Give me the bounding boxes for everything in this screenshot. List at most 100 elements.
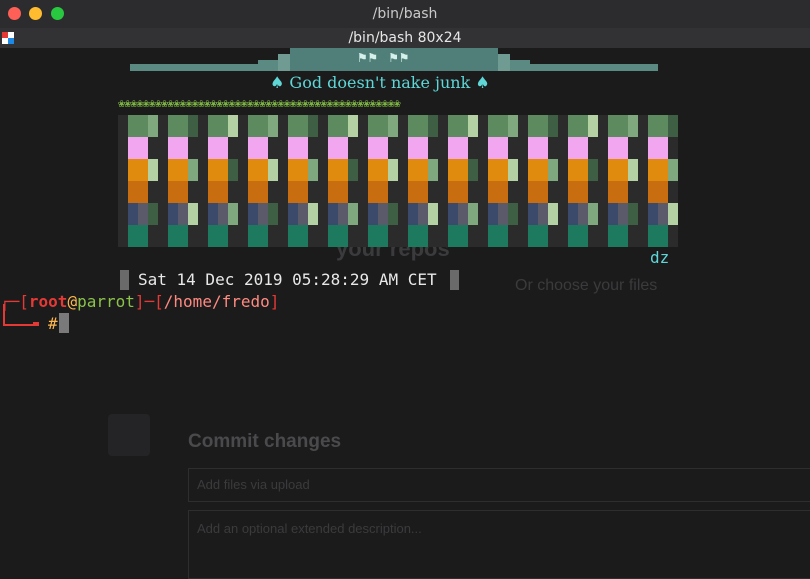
pattern-cell (168, 137, 178, 159)
pattern-cell (138, 203, 148, 225)
pattern-cell (418, 225, 428, 247)
pattern-cell (568, 181, 578, 203)
pattern-cell (318, 225, 328, 247)
pattern-cell (508, 203, 518, 225)
pattern-cell (158, 181, 168, 203)
pattern-cell (558, 181, 568, 203)
pattern-cell (148, 181, 158, 203)
pattern-cell (608, 115, 618, 137)
window-title: /bin/bash (372, 6, 438, 22)
pattern-cell (588, 137, 598, 159)
pattern-cell (418, 159, 428, 181)
pattern-cell (358, 137, 368, 159)
pattern-cell (578, 137, 588, 159)
pattern-cell (458, 203, 468, 225)
pattern-cell (358, 159, 368, 181)
pattern-cell (318, 181, 328, 203)
pattern-cell (428, 159, 438, 181)
pattern-cell (578, 115, 588, 137)
pattern-cell (308, 137, 318, 159)
pattern-cell (658, 115, 668, 137)
pattern-cell (118, 115, 128, 137)
pattern-cell (648, 181, 658, 203)
pattern-cell (128, 115, 138, 137)
pattern-cell (328, 225, 338, 247)
pattern-cell (478, 225, 488, 247)
pattern-cell (128, 137, 138, 159)
close-window-button[interactable] (8, 7, 21, 20)
pattern-cell (218, 137, 228, 159)
pattern-cell (368, 137, 378, 159)
pattern-cell (328, 181, 338, 203)
pattern-cell (468, 181, 478, 203)
pattern-cell (638, 225, 648, 247)
pattern-cell (338, 159, 348, 181)
pattern-cell (148, 115, 158, 137)
pattern-cell (668, 159, 678, 181)
pattern-cell (178, 181, 188, 203)
maximize-window-button[interactable] (51, 7, 64, 20)
pattern-cell (478, 203, 488, 225)
pattern-cell (648, 159, 658, 181)
minimize-window-button[interactable] (29, 7, 42, 20)
pattern-cell (468, 159, 478, 181)
pattern-cell (388, 181, 398, 203)
pattern-cell (358, 203, 368, 225)
pattern-cell (188, 203, 198, 225)
pattern-cell (578, 203, 588, 225)
pattern-cell (558, 225, 568, 247)
pattern-cell (228, 203, 238, 225)
pattern-cell (368, 159, 378, 181)
pattern-cell (548, 115, 558, 137)
pattern-cell (508, 159, 518, 181)
pattern-cell (268, 137, 278, 159)
pattern-cell (498, 137, 508, 159)
pattern-cell (528, 115, 538, 137)
pattern-cell (628, 181, 638, 203)
pattern-cell (328, 159, 338, 181)
pattern-cell (138, 159, 148, 181)
pattern-cell (248, 225, 258, 247)
pattern-cell (368, 181, 378, 203)
pattern-cell (148, 137, 158, 159)
pattern-cell (618, 137, 628, 159)
pattern-cell (618, 115, 628, 137)
pattern-cell (458, 225, 468, 247)
terminal-tab[interactable]: /bin/bash 80x24 (0, 28, 810, 48)
pattern-cell (148, 159, 158, 181)
pattern-cell (628, 203, 638, 225)
pattern-cell (388, 159, 398, 181)
pattern-cell (658, 137, 668, 159)
pattern-cell (618, 203, 628, 225)
pattern-cell (638, 115, 648, 137)
pattern-cell (508, 225, 518, 247)
pattern-cell (658, 159, 668, 181)
pattern-cell (428, 203, 438, 225)
pattern-cell (198, 203, 208, 225)
pattern-cell (588, 203, 598, 225)
pattern-cell (528, 181, 538, 203)
terminal-body[interactable]: your repos Or choose your files Commit c… (0, 48, 810, 579)
pattern-cell (188, 115, 198, 137)
pattern-cell (298, 159, 308, 181)
pattern-cell (508, 137, 518, 159)
pattern-cell (198, 225, 208, 247)
pattern-cell (268, 159, 278, 181)
pattern-cell (448, 137, 458, 159)
pattern-cell (488, 115, 498, 137)
pattern-cell (648, 225, 658, 247)
pattern-cell (218, 159, 228, 181)
pattern-cell (668, 181, 678, 203)
pattern-cell (568, 137, 578, 159)
pattern-cell (308, 181, 318, 203)
pattern-cell (348, 115, 358, 137)
pattern-cell (268, 225, 278, 247)
pattern-cell (128, 203, 138, 225)
pattern-cell (288, 203, 298, 225)
pattern-cell (278, 203, 288, 225)
pattern-cell (348, 203, 358, 225)
pattern-cell (288, 225, 298, 247)
pattern-cell (298, 203, 308, 225)
pattern-cell (308, 115, 318, 137)
pattern-cell (658, 203, 668, 225)
